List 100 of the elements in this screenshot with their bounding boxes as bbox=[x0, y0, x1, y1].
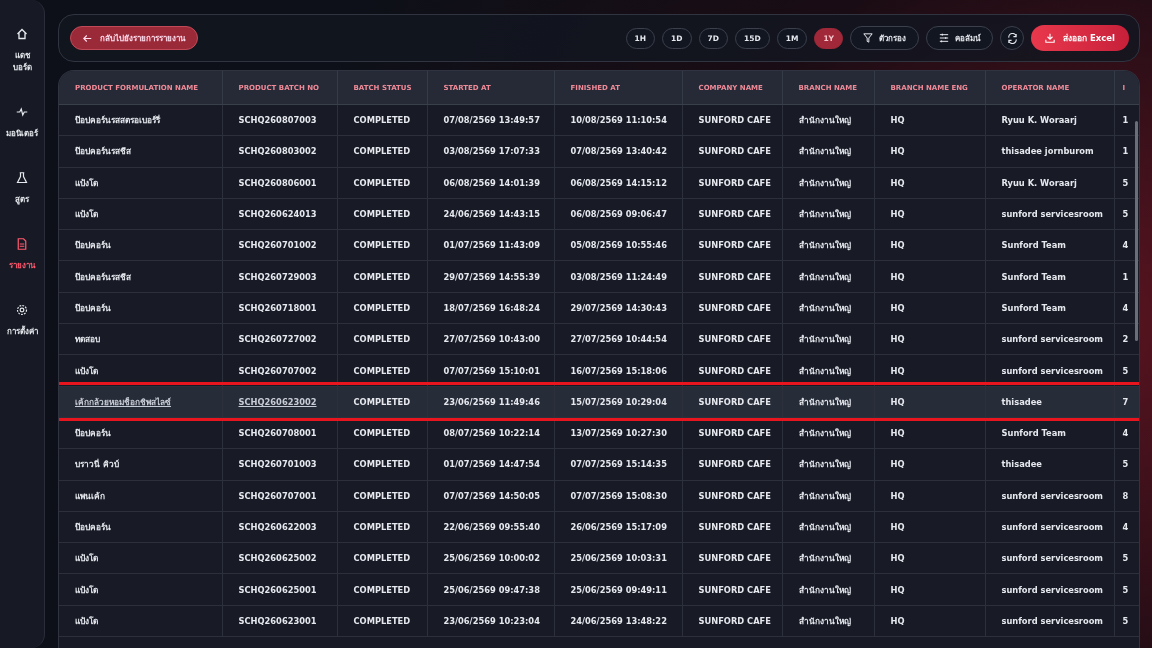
table-cell: COMPLETED bbox=[337, 229, 427, 261]
table-cell: SCHQ260701003 bbox=[222, 448, 337, 481]
sidebar-item[interactable]: มอนิเตอร์ bbox=[6, 106, 38, 140]
columns-button[interactable]: คอลัมน์ bbox=[926, 26, 994, 50]
table-cell: สำนักงานใหญ่ bbox=[782, 480, 874, 512]
table-row[interactable]: ทดสอบ SCHQ260727002 COMPLETED 27/07/2569 10:43:00 27/07/2569 10:44:54 SUNFORD CAFE สำนักงานใหญ่ HQ sunford servicesroom 2 bbox=[59, 323, 1139, 355]
table-cell: 05/08/2569 10:55:46 bbox=[554, 229, 682, 261]
sidebar-item[interactable]: รายงาน bbox=[9, 238, 35, 272]
table-cell: SUNFORD CAFE bbox=[682, 198, 782, 230]
table-row[interactable]: แป้งโด SCHQ260806001 COMPLETED 06/08/2569 14:01:39 06/08/2569 14:15:12 SUNFORD CAFE สำนักงานใหญ่ HQ Ryuu K. Woraarj 5 bbox=[59, 167, 1139, 199]
table-cell: 25/06/2569 10:03:31 bbox=[554, 542, 682, 574]
table-cell: บราวนี่ คิวบ์ bbox=[59, 448, 222, 481]
table-cell: ป๊อปคอร์นรสชีส bbox=[59, 261, 222, 293]
table-cell: HQ bbox=[874, 480, 985, 512]
table-cell: แป้งโด bbox=[59, 573, 222, 606]
settings-icon bbox=[16, 304, 28, 316]
table-cell: 06/08/2569 09:06:47 bbox=[554, 198, 682, 230]
arrow-left-icon bbox=[83, 33, 92, 43]
sidebar-item[interactable]: สูตร bbox=[15, 172, 29, 206]
table-cell: 24/06/2569 13:48:22 bbox=[554, 605, 682, 637]
table-row[interactable]: ป๊อปคอร์น SCHQ260622003 COMPLETED 22/06/2569 09:55:40 26/06/2569 15:17:09 SUNFORD CAFE สำนักงานใหญ่ HQ sunford servicesroom 4 bbox=[59, 511, 1139, 543]
table-cell: 22/06/2569 09:55:40 bbox=[427, 511, 554, 543]
table-cell: SCHQ260806001 bbox=[222, 167, 337, 199]
table-cell: sunford servicesroom bbox=[985, 542, 1114, 574]
table-cell: 5 bbox=[1114, 542, 1139, 574]
back-button[interactable]: กลับไปยังรายการรายงาน bbox=[70, 26, 198, 50]
sidebar-item[interactable]: แดช บอร์ด bbox=[12, 28, 32, 74]
table-cell: thisadee bbox=[985, 386, 1114, 418]
table-cell: SCHQ260623002 bbox=[222, 386, 337, 418]
table-cell: 10/08/2569 11:10:54 bbox=[554, 104, 682, 136]
pulse-icon bbox=[16, 106, 28, 118]
export-button[interactable]: ส่งออก Excel bbox=[1031, 25, 1129, 51]
table-cell: SCHQ260807003 bbox=[222, 104, 337, 136]
table-cell: HQ bbox=[874, 292, 985, 324]
table-cell: 15/07/2569 10:29:04 bbox=[554, 386, 682, 418]
table-cell: SUNFORD CAFE bbox=[682, 386, 782, 418]
table-cell: sunford servicesroom bbox=[985, 198, 1114, 230]
table-cell: สำนักงานใหญ่ bbox=[782, 573, 874, 606]
table-cell: SCHQ260701002 bbox=[222, 229, 337, 261]
table-cell: แป้งโด bbox=[59, 542, 222, 574]
filter-button[interactable]: ตัวกรอง bbox=[850, 26, 920, 50]
table-row[interactable]: ป๊อปคอร์นรสสตรอเบอร์รี่ SCHQ260807003 COMPLETED 07/08/2569 13:49:57 10/08/2569 11:10:54 SUNFORD CAFE สำนักงานใหญ่ HQ Ryuu K. Woraarj 1 bbox=[59, 104, 1139, 136]
table-cell: SCHQ260625002 bbox=[222, 542, 337, 574]
table-cell: COMPLETED bbox=[337, 135, 427, 168]
table-row[interactable]: แป้งโด SCHQ260625001 COMPLETED 25/06/2569 09:47:38 25/06/2569 09:49:11 SUNFORD CAFE สำนักงานใหญ่ HQ sunford servicesroom 5 bbox=[59, 573, 1139, 606]
table-cell: 25/06/2569 10:00:02 bbox=[427, 542, 554, 574]
table-cell: COMPLETED bbox=[337, 417, 427, 449]
table-cell: 24/06/2569 14:43:15 bbox=[427, 198, 554, 230]
table-cell: เค้กกล้วยหอมช็อกชิพสไลซ์ bbox=[59, 386, 222, 418]
table-cell: แป้งโด bbox=[59, 605, 222, 637]
table-cell: 23/06/2569 11:49:46 bbox=[427, 386, 554, 418]
table-cell: SUNFORD CAFE bbox=[682, 573, 782, 606]
table-cell: SCHQ260707001 bbox=[222, 480, 337, 512]
table-row[interactable]: ป๊อปคอร์นรสชีส SCHQ260729003 COMPLETED 29/07/2569 14:55:39 03/08/2569 11:24:49 SUNFORD CAFE สำนักงานใหญ่ HQ Sunford Team 1 bbox=[59, 261, 1139, 293]
table-cell: SCHQ260718001 bbox=[222, 292, 337, 324]
table-cell: สำนักงานใหญ่ bbox=[782, 135, 874, 168]
table-cell: sunford servicesroom bbox=[985, 511, 1114, 543]
table-cell: COMPLETED bbox=[337, 104, 427, 136]
table-row[interactable]: แป้งโด SCHQ260623001 COMPLETED 23/06/2569 10:23:04 24/06/2569 13:48:22 SUNFORD CAFE สำนักงานใหญ่ HQ sunford servicesroom 5 bbox=[59, 605, 1139, 637]
table-cell: SUNFORD CAFE bbox=[682, 417, 782, 449]
table-row[interactable]: แป้งโด SCHQ260624013 COMPLETED 24/06/2569 14:43:15 06/08/2569 09:06:47 SUNFORD CAFE สำนักงานใหญ่ HQ sunford servicesroom 5 bbox=[59, 198, 1139, 230]
download-icon bbox=[1045, 33, 1056, 43]
table-row[interactable]: ป๊อปคอร์น SCHQ260701002 COMPLETED 01/07/2569 11:43:09 05/08/2569 10:55:46 SUNFORD CAFE สำนักงานใหญ่ HQ Sunford Team 4 bbox=[59, 229, 1139, 261]
table-cell: SCHQ260727002 bbox=[222, 323, 337, 355]
table-row[interactable]: แป้งโด SCHQ260625002 COMPLETED 25/06/2569 10:00:02 25/06/2569 10:03:31 SUNFORD CAFE สำนักงานใหญ่ HQ sunford servicesroom 5 bbox=[59, 542, 1139, 574]
table-cell: SUNFORD CAFE bbox=[682, 167, 782, 199]
sliders-icon bbox=[939, 33, 950, 43]
table-row[interactable]: แพนเค้ก SCHQ260707001 COMPLETED 07/07/2569 14:50:05 07/07/2569 15:08:30 SUNFORD CAFE สำนักงานใหญ่ HQ sunford servicesroom 8 bbox=[59, 480, 1139, 512]
table-row[interactable]: ป๊อปคอร์นรสชีส SCHQ260803002 COMPLETED 03/08/2569 17:07:33 07/08/2569 13:40:42 SUNFORD CAFE สำนักงานใหญ่ HQ thisadee jornburom 1 bbox=[59, 135, 1139, 168]
table-cell: แป้งโด bbox=[59, 198, 222, 230]
sidebar-item[interactable]: การตั้งค่า bbox=[6, 304, 38, 338]
table-row[interactable]: ป๊อปคอร์น SCHQ260708001 COMPLETED 08/07/2569 10:22:14 13/07/2569 10:27:30 SUNFORD CAFE สำนักงานใหญ่ HQ Sunford Team 4 bbox=[59, 417, 1139, 449]
table-cell: COMPLETED bbox=[337, 605, 427, 637]
table-cell: 01/07/2569 11:43:09 bbox=[427, 229, 554, 261]
table-cell: 27/07/2569 10:43:00 bbox=[427, 323, 554, 355]
table-cell: 07/07/2569 15:08:30 bbox=[554, 480, 682, 512]
table-cell: HQ bbox=[874, 261, 985, 293]
table-cell: 29/07/2569 14:55:39 bbox=[427, 261, 554, 293]
table-cell: HQ bbox=[874, 386, 985, 418]
table-row[interactable]: ป๊อปคอร์น SCHQ260718001 COMPLETED 18/07/2569 16:48:24 29/07/2569 14:30:43 SUNFORD CAFE สำนักงานใหญ่ HQ Sunford Team 4 bbox=[59, 292, 1139, 324]
table-cell: SUNFORD CAFE bbox=[682, 448, 782, 481]
refresh-button[interactable] bbox=[1000, 26, 1025, 50]
table-cell: HQ bbox=[874, 605, 985, 637]
table-cell: 08/07/2569 10:22:14 bbox=[427, 417, 554, 449]
table-cell: sunford servicesroom bbox=[985, 573, 1114, 606]
table-cell: Sunford Team bbox=[985, 229, 1114, 261]
table-cell: Ryuu K. Woraarj bbox=[985, 104, 1114, 136]
table-cell: Sunford Team bbox=[985, 417, 1114, 449]
table-cell: ป๊อปคอร์นรสสตรอเบอร์รี่ bbox=[59, 104, 222, 136]
table-cell: COMPLETED bbox=[337, 511, 427, 543]
table-row[interactable]: บราวนี่ คิวบ์ SCHQ260701003 COMPLETED 01/07/2569 14:47:54 07/07/2569 15:14:35 SUNFORD CAFE สำนักงานใหญ่ HQ thisadee 5 bbox=[59, 448, 1139, 481]
table-cell: SCHQ260803002 bbox=[222, 135, 337, 168]
table-cell: SUNFORD CAFE bbox=[682, 480, 782, 512]
table-cell: sunford servicesroom bbox=[985, 323, 1114, 355]
table-cell: สำนักงานใหญ่ bbox=[782, 605, 874, 637]
table-cell: SUNFORD CAFE bbox=[682, 104, 782, 136]
scrollbar[interactable] bbox=[1135, 121, 1138, 341]
table-cell: 13/07/2569 10:27:30 bbox=[554, 417, 682, 449]
table-cell: HQ bbox=[874, 198, 985, 230]
table-cell: SUNFORD CAFE bbox=[682, 261, 782, 293]
